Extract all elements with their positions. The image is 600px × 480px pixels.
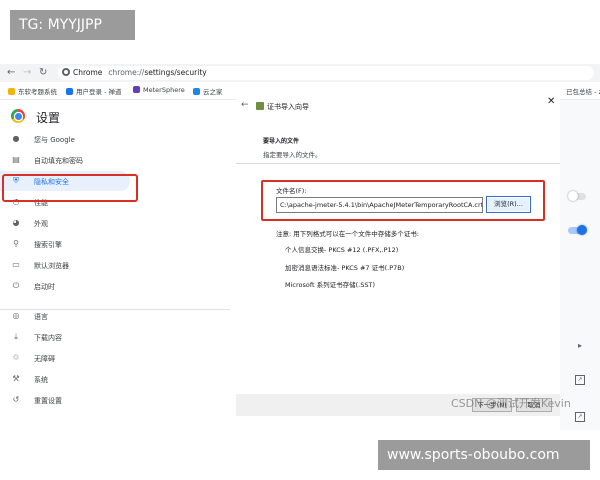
highlight-box [2,174,138,202]
accessibility-icon: ♲ [12,353,20,362]
sidebar-item-label: 重置设置 [34,397,62,405]
dialog-title: 证书导入向导 [267,103,309,111]
bookmark-icon [133,86,140,93]
format-item: 加密消息语法标准- PKCS #7 证书(.P7B) [285,264,405,272]
watermark: CSDN @测试开发Kevin [451,397,571,410]
bookmark-label: 东软考题系统 [18,88,57,96]
power-icon: ⏻ [12,281,20,290]
sidebar-divider [0,309,230,310]
sidebar-item-label: 您与 Google [34,136,75,144]
format-note: 注意: 用下列格式可以在一个文件中存储多个证书: [276,230,419,238]
url-path: settings/security [144,68,207,77]
browser-toolbar: ← → ↻ Chrome chrome://settings/security [0,64,600,82]
globe-icon: ◎ [12,311,20,320]
page-title: 设置 [36,111,61,125]
toggle-on[interactable] [568,225,587,235]
sidebar-item-label: 无障碍 [34,355,55,363]
sidebar-item-label: 系统 [34,376,48,384]
sidebar-item-label: 默认浏览器 [34,262,69,270]
browser-icon: ▭ [12,260,20,269]
chrome-icon [62,68,70,76]
top-tag: TG: MYYJJPP [10,10,135,40]
bookmark-item[interactable]: 用户登录 - 禅道 [66,86,121,96]
settings-header: 设置 [0,100,236,132]
sidebar-item[interactable]: ⏻ 启动时 [0,276,136,296]
bottom-tag: www.sports-oboubo.com [378,440,590,470]
toggle-knob [577,225,587,235]
sidebar-item[interactable]: ▤ 自动填充和密码 [0,150,136,170]
palette-icon: ◕ [12,218,20,227]
reload-icon[interactable]: ↻ [39,67,47,78]
browse-button[interactable]: 浏览(R)... [486,196,531,213]
file-name-input[interactable]: C:\apache-jmeter-5.4.1\bin\ApacheJMeterT… [276,197,483,213]
sidebar-item[interactable]: ● 您与 Google [0,129,136,149]
back-arrow-icon[interactable]: ← [241,100,249,110]
external-link-icon[interactable]: ↗ [575,375,585,385]
dialog-heading: 要导入的文件 [263,138,300,145]
bookmark-label: 云之家 [203,88,223,96]
toggle-off[interactable] [568,191,586,201]
chevron-right-icon[interactable]: ▸ [578,341,582,350]
bookmark-item[interactable]: 东软考题系统 [8,86,57,96]
dialog-header: 要导入的文件 指定要导入的文件。 [236,126,560,164]
chrome-chip: Chrome [73,68,103,77]
chrome-logo-icon [11,109,25,123]
bookmark-icon [8,88,15,95]
sidebar-item-label: 下载内容 [34,334,62,342]
sidebar-item[interactable]: ↺ 重置设置 [0,390,136,410]
sidebar-item[interactable]: ⚲ 搜索引擎 [0,234,136,254]
clipboard-icon: ▤ [12,155,20,164]
certificate-import-dialog: ← 证书导入向导 ✕ 要导入的文件 指定要导入的文件。 文件名(F): C:\a… [236,96,560,416]
sidebar-item-label: 启动时 [34,283,55,291]
history-icon: ↺ [12,395,20,404]
url-scheme: chrome:// [108,68,145,77]
search-icon: ⚲ [13,239,19,248]
bookmark-item[interactable]: 云之家 [193,86,223,96]
sidebar-item-label: 搜索引擎 [34,241,62,249]
dialog-subheading: 指定要导入的文件。 [263,151,322,159]
arrow-right-icon[interactable]: → [23,67,31,78]
format-item: 个人信息交换- PKCS #12 (.PFX,.P12) [285,246,399,254]
bookmark-icon [66,88,73,95]
person-icon: ● [12,134,20,143]
sidebar-item[interactable]: ▭ 默认浏览器 [0,255,136,275]
sidebar-item[interactable]: ♲ 无障碍 [0,348,136,368]
certificate-icon [256,102,264,110]
format-item: Microsoft 系列证书存储(.SST) [285,281,376,289]
dialog-title-bar: ← 证书导入向导 ✕ [236,96,560,118]
download-icon: ⤓ [14,332,18,341]
sidebar-item-label: 语言 [34,313,48,321]
sidebar-item-label: 外观 [34,220,48,228]
toggle-knob [568,191,578,201]
bookmark-item[interactable]: MeterSphere [133,86,185,94]
file-name-label: 文件名(F): [276,187,307,195]
bookmark-item[interactable]: 已包总结 - zjy [566,86,600,96]
bookmark-label: MeterSphere [143,86,185,94]
bookmark-icon [193,88,200,95]
wrench-icon: ⚒ [12,374,20,383]
external-link-icon[interactable]: ↗ [575,412,585,422]
sidebar-item[interactable]: ⚒ 系统 [0,369,136,389]
bookmark-label: 用户登录 - 禅道 [76,88,122,96]
sidebar-item[interactable]: ⤓ 下载内容 [0,327,136,347]
close-icon[interactable]: ✕ [547,96,555,107]
arrow-left-icon[interactable]: ← [7,67,15,78]
address-bar[interactable]: Chrome chrome://settings/security [58,66,594,80]
sidebar-item-label: 自动填充和密码 [34,157,83,165]
sidebar-item[interactable]: ◕ 外观 [0,213,136,233]
